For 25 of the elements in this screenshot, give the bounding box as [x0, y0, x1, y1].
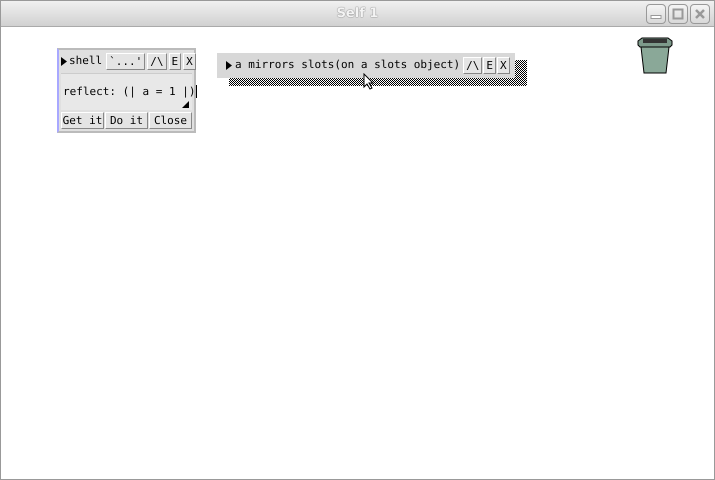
expression-text: reflect: (| a = 1 |) — [63, 85, 198, 98]
trash-can-icon[interactable] — [637, 37, 673, 75]
outliner-button[interactable]: /\ — [147, 53, 166, 70]
minimize-button[interactable] — [646, 4, 666, 24]
close-button[interactable] — [690, 4, 710, 24]
mouse-pointer-icon — [363, 73, 375, 90]
outliner-button[interactable]: `...' — [106, 53, 146, 70]
expand-triangle-icon[interactable] — [226, 61, 232, 70]
action-button[interactable]: Get it — [61, 112, 104, 129]
outliner-button[interactable]: E — [168, 53, 182, 70]
close-icon — [694, 8, 706, 20]
outliner-button[interactable]: /\ — [463, 57, 482, 74]
outliner-button[interactable]: X — [497, 57, 510, 74]
minimize-icon — [650, 15, 662, 19]
maximize-button[interactable] — [668, 4, 688, 24]
outliner-button[interactable]: X — [183, 53, 196, 70]
action-button[interactable]: Do it — [105, 112, 148, 129]
expand-triangle-icon[interactable] — [61, 57, 67, 66]
shell-title: shell — [69, 53, 102, 70]
resize-handle-icon[interactable] — [182, 101, 189, 108]
maximize-icon — [672, 8, 684, 20]
window-title: Self 1 — [336, 4, 378, 23]
outliner-title: a mirrors slots(on a slots object) — [235, 57, 460, 74]
action-button[interactable]: Close — [149, 112, 192, 129]
outliner-button[interactable]: E — [483, 57, 496, 74]
